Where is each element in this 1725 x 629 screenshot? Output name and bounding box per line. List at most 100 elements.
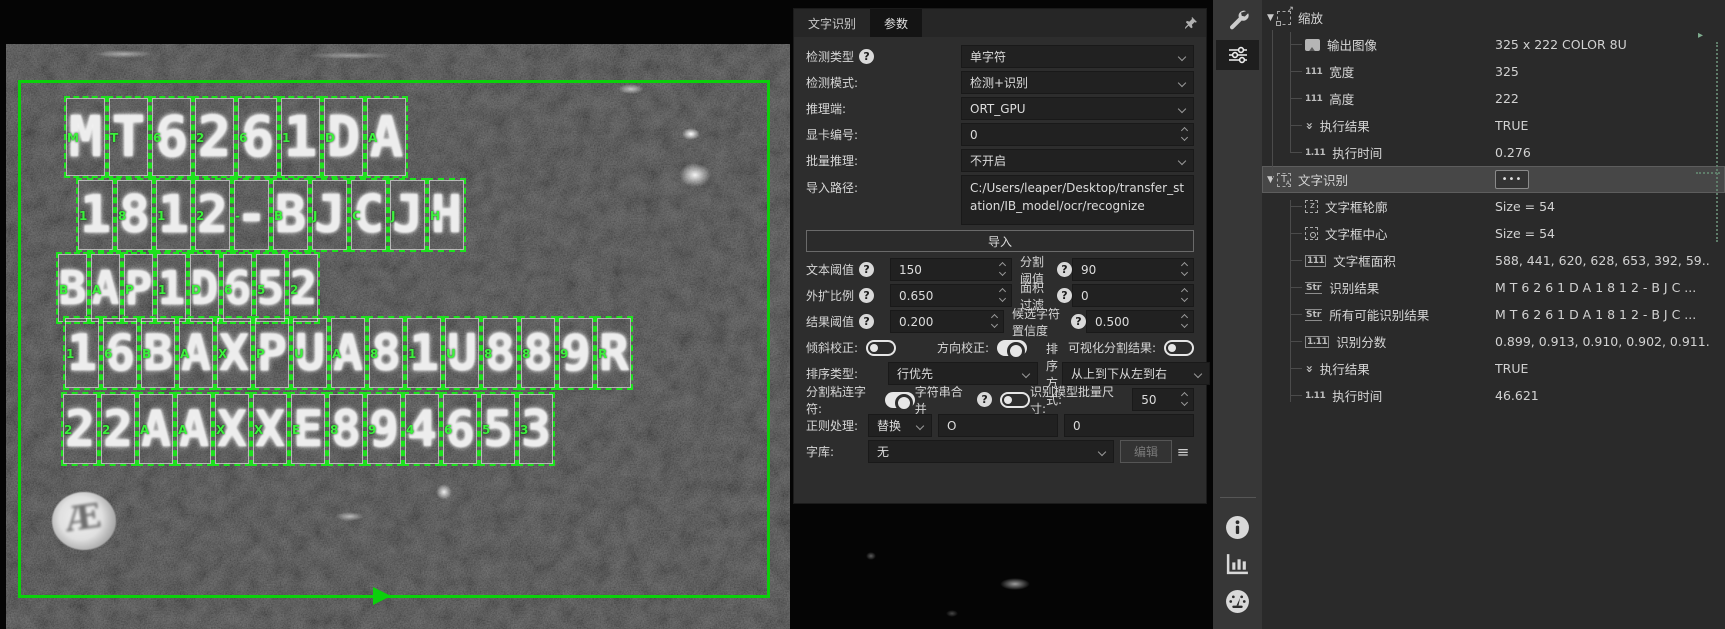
spinner-arrows-icon[interactable] bbox=[1182, 289, 1187, 301]
char-box: AA bbox=[137, 392, 175, 466]
char-lib-edit-button[interactable]: 编辑 bbox=[1120, 440, 1172, 463]
tree-label: 文字识别 bbox=[1298, 170, 1348, 189]
tree-guide bbox=[1290, 395, 1302, 396]
spinner-arrows-icon[interactable] bbox=[1182, 263, 1187, 275]
help-icon[interactable] bbox=[1057, 262, 1072, 277]
expand-ratio-spinner[interactable]: 0.650 bbox=[890, 284, 1012, 307]
spinner-arrows-icon[interactable] bbox=[992, 315, 997, 327]
tree-label: 输出图像 bbox=[1327, 35, 1377, 54]
char-label: A bbox=[180, 347, 189, 361]
help-icon[interactable] bbox=[859, 288, 874, 303]
string-merge-toggle[interactable] bbox=[1000, 392, 1030, 408]
tree-label: 文字框轮廓 bbox=[1325, 197, 1388, 216]
direction-correction-toggle[interactable] bbox=[997, 340, 1027, 356]
char-box: -- bbox=[232, 178, 271, 252]
sort-order-select[interactable]: 从上到下从左到右 bbox=[1062, 362, 1210, 385]
gauge-button[interactable] bbox=[1213, 587, 1262, 615]
help-icon[interactable] bbox=[859, 314, 874, 329]
help-icon[interactable] bbox=[859, 262, 874, 277]
row-gpu-index: 显卡编号: 0 bbox=[806, 123, 1194, 146]
candidate-confidence-spinner[interactable]: 0.500 bbox=[1086, 310, 1194, 333]
recog-batch-size-spinner[interactable]: 50 bbox=[1132, 388, 1194, 411]
tree-item-1[interactable]: 输出图像325 x 222 COLOR 8U bbox=[1262, 31, 1725, 58]
batch-inference-select[interactable]: 不开启 bbox=[961, 149, 1194, 172]
visualize-segmentation-label: 可视化分割结果: bbox=[1068, 339, 1156, 356]
char-box: 88 bbox=[327, 392, 365, 466]
sort-type-select[interactable]: 行优先 bbox=[888, 362, 1038, 385]
center-icon bbox=[1305, 227, 1318, 240]
char-label: 2 bbox=[196, 131, 204, 145]
gpu-index-spinner[interactable]: 0 bbox=[961, 123, 1194, 146]
tree-item-11[interactable]: Str所有可能识别结果M T 6 2 6 1 D A 1 8 1 2 - B J… bbox=[1262, 301, 1725, 328]
batch-inference-label: 批量推理: bbox=[806, 152, 858, 169]
char-label: - bbox=[235, 209, 240, 223]
tree-item-8[interactable]: 文字框中心Size = 54 bbox=[1262, 220, 1725, 247]
tree-guide bbox=[1290, 152, 1302, 153]
tab-parameters[interactable]: 参数 bbox=[870, 9, 922, 37]
regex-to-input[interactable]: 0 bbox=[1064, 414, 1194, 437]
hamburger-menu-icon[interactable]: ≡ bbox=[1172, 443, 1194, 461]
chevron-down-icon bbox=[1178, 105, 1186, 113]
tree-item-10[interactable]: Str识别结果M T 6 2 6 1 D A 1 8 1 2 - B J C .… bbox=[1262, 274, 1725, 301]
histogram-button[interactable] bbox=[1213, 550, 1262, 578]
detect-mode-select[interactable]: 检测+识别 bbox=[961, 71, 1194, 94]
area-filter-spinner[interactable]: 0 bbox=[1072, 284, 1194, 307]
split-threshold-spinner[interactable]: 90 bbox=[1072, 258, 1194, 281]
regex-from-input[interactable]: O bbox=[938, 414, 1058, 437]
detect-type-select[interactable]: 单字符 bbox=[961, 45, 1194, 68]
tree-item-14[interactable]: 1.11执行时间46.621 bbox=[1262, 382, 1725, 409]
chevron-down-icon bbox=[1098, 448, 1106, 456]
tree-item-4[interactable]: «执行结果TRUE bbox=[1262, 112, 1725, 139]
tree-guide bbox=[1290, 206, 1302, 207]
engraved-char: - bbox=[236, 185, 267, 245]
pin-icon[interactable] bbox=[1184, 16, 1198, 30]
help-icon[interactable] bbox=[1071, 314, 1086, 329]
tab-text-recognition[interactable]: 文字识别 bbox=[794, 9, 870, 37]
tree-item-9[interactable]: 111文字框面积588, 441, 620, 628, 653, 392, 59… bbox=[1262, 247, 1725, 274]
chevron-down-icon bbox=[916, 422, 924, 430]
intarray-icon: 111 bbox=[1305, 255, 1326, 267]
char-box: PP bbox=[253, 316, 291, 390]
tree-item-12[interactable]: 1.11识别分数0.899, 0.913, 0.910, 0.902, 0.91… bbox=[1262, 328, 1725, 355]
char-label: B bbox=[274, 209, 283, 223]
inference-engine-select[interactable]: ORT_GPU bbox=[961, 97, 1194, 120]
char-box: DD bbox=[322, 96, 365, 178]
spinner-arrows-icon[interactable] bbox=[1182, 315, 1187, 327]
tree-node-6[interactable]: ▼文字识别••• bbox=[1262, 166, 1725, 193]
tree-item-7[interactable]: 文字框轮廓Size = 54 bbox=[1262, 193, 1725, 220]
import-button[interactable]: 导入 bbox=[806, 230, 1194, 252]
char-label: P bbox=[256, 347, 265, 361]
info-button[interactable] bbox=[1213, 513, 1262, 541]
tree-item-5[interactable]: 1.11执行时间0.276 bbox=[1262, 139, 1725, 166]
help-icon[interactable] bbox=[1057, 288, 1072, 303]
tree-guide bbox=[1272, 30, 1273, 178]
visualize-segmentation-toggle[interactable] bbox=[1164, 340, 1194, 356]
help-icon[interactable] bbox=[977, 392, 992, 407]
more-options-button[interactable]: ••• bbox=[1495, 170, 1529, 189]
text-threshold-spinner[interactable]: 150 bbox=[890, 258, 1012, 281]
regex-mode-select[interactable]: 替换 bbox=[868, 414, 932, 437]
tree-node-0[interactable]: ▼缩放 bbox=[1262, 4, 1725, 31]
char-box: 66 bbox=[236, 96, 279, 178]
spinner-arrows-icon[interactable] bbox=[1000, 263, 1005, 275]
splitter-dash bbox=[1696, 172, 1720, 174]
tree-item-13[interactable]: «执行结果TRUE bbox=[1262, 355, 1725, 382]
tree-item-2[interactable]: 111宽度325 bbox=[1262, 58, 1725, 85]
tree-item-3[interactable]: 111高度222 bbox=[1262, 85, 1725, 112]
spinner-arrows-icon[interactable] bbox=[1000, 289, 1005, 301]
char-lib-select[interactable]: 无 bbox=[868, 440, 1114, 463]
parameters-sliders-button[interactable] bbox=[1216, 40, 1259, 70]
tools-wrench-button[interactable] bbox=[1213, 0, 1262, 38]
panel-splitter[interactable] bbox=[1716, 42, 1718, 242]
char-box: 66 bbox=[441, 392, 479, 466]
result-threshold-spinner[interactable]: 0.200 bbox=[890, 310, 1004, 333]
char-label: 2 bbox=[64, 423, 72, 437]
spinner-arrows-icon[interactable] bbox=[1182, 393, 1187, 405]
spinner-arrows-icon[interactable] bbox=[1182, 128, 1187, 140]
help-icon[interactable] bbox=[859, 49, 874, 64]
char-label: B bbox=[142, 347, 151, 361]
skew-correction-toggle[interactable] bbox=[866, 340, 896, 356]
tree-value: TRUE bbox=[1495, 361, 1528, 376]
split-adhesion-toggle[interactable] bbox=[885, 392, 915, 408]
import-path-input[interactable]: C:/Users/leaper/Desktop/transfer_station… bbox=[961, 175, 1194, 225]
